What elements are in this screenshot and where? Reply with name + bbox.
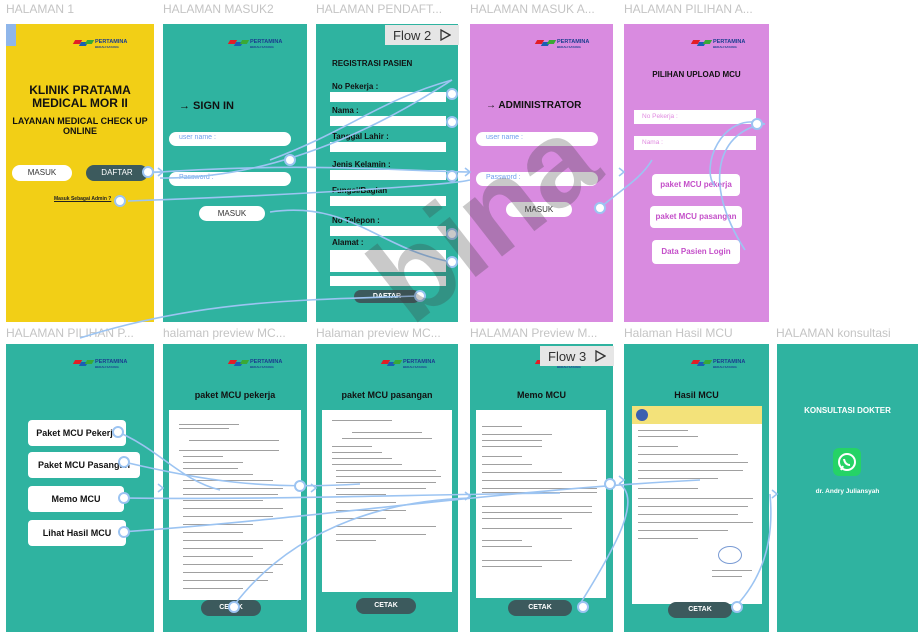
frame-hasil-mcu: PERTAMINA BEDAH SAYANG Hasil MCU CETAK bbox=[624, 344, 769, 632]
tanggal-lahir-input[interactable] bbox=[330, 142, 446, 152]
frame-preview-memo: PERTAMINABEDAH SAYANG Memo MCU CETAK bbox=[470, 344, 613, 632]
paket-mcu-pasangan-button[interactable]: Paket MCU Pasangan bbox=[28, 452, 140, 478]
clinic-title: KLINIK PRATAMA MEDICAL MOR II bbox=[29, 83, 131, 110]
play-icon bbox=[440, 29, 452, 41]
doctor-name: dr. Andry Juliansyah bbox=[815, 488, 880, 495]
pertamina-mark-icon bbox=[380, 360, 403, 368]
pertamina-logo: PERTAMINABEDAH SAYANG bbox=[227, 359, 282, 369]
admin-login-link[interactable]: Masuk Sebagai Admin ? bbox=[54, 196, 111, 202]
pertamina-mark-icon bbox=[534, 40, 557, 48]
daftar-button[interactable]: DAFTAR bbox=[86, 165, 148, 181]
frame-title-halaman-pilihan-admin: HALAMAN PILIHAN A... bbox=[624, 2, 753, 16]
pertamina-mark-icon bbox=[690, 40, 713, 48]
frame-admin-choice: PERTAMINA BEDAH SAYANG PILIHAN UPLOAD MCU… bbox=[624, 24, 769, 322]
frame-title-konsultasi: HALAMAN konsultasi bbox=[776, 326, 891, 340]
frame-title-halaman-masuk2: HALAMAN MASUK2 bbox=[163, 2, 274, 16]
flow-2-badge[interactable]: Flow 2 bbox=[385, 25, 460, 45]
flow-2-label: Flow 2 bbox=[393, 27, 432, 43]
frame-title-halaman-1: HALAMAN 1 bbox=[6, 2, 75, 16]
register-heading: REGISTRASI PASIEN bbox=[332, 59, 413, 68]
frame-preview-pasangan: PERTAMINA BEDAH SAYANG paket MCU pasangan… bbox=[316, 344, 458, 632]
frame-patient-menu: PERTAMINA BEDAH SAYANG Paket MCU Pekerja … bbox=[6, 344, 154, 632]
logo-subtext: BEDAH SAYANG bbox=[713, 364, 737, 369]
pertamina-mark-icon bbox=[227, 40, 250, 48]
field-label-tanggal-lahir: Tanggal Lahir : bbox=[332, 132, 389, 141]
pertamina-mark-icon bbox=[227, 360, 250, 368]
logo-subtext: BEDAH SAYANG bbox=[250, 364, 274, 369]
frame-title-preview-memo: HALAMAN Preview M... bbox=[470, 326, 598, 340]
pertamina-logo: PERTAMINABEDAH SAYANG bbox=[690, 359, 745, 369]
lihat-hasil-mcu-button[interactable]: Lihat Hasil MCU bbox=[28, 520, 126, 546]
play-icon bbox=[595, 350, 607, 362]
preview-pekerja-cetak-button[interactable]: CETAK bbox=[201, 600, 261, 616]
username-input[interactable]: user name : bbox=[169, 132, 291, 146]
admin-nama-input[interactable]: Nama : bbox=[634, 136, 756, 150]
no-pekerja-input[interactable] bbox=[330, 92, 446, 102]
pertamina-logo: PERTAMINABEDAH SAYANG bbox=[72, 39, 127, 49]
memo-heading: Memo MCU bbox=[517, 390, 566, 400]
signin-masuk-button[interactable]: MASUK bbox=[199, 206, 265, 221]
frame-title-preview-pekerja: halaman preview MC... bbox=[163, 326, 286, 340]
flow-3-badge[interactable]: Flow 3 bbox=[540, 346, 615, 366]
whatsapp-icon[interactable] bbox=[833, 448, 861, 476]
frame-title-halaman-masuk-admin: HALAMAN MASUK A... bbox=[470, 2, 595, 16]
mcu-pekerja-document bbox=[169, 410, 301, 600]
logo-subtext: BEDAH SAYANG bbox=[95, 44, 119, 49]
preview-pekerja-heading: paket MCU pekerja bbox=[194, 390, 276, 400]
field-label-jenis-kelamin: Jenis Kelamin : bbox=[332, 160, 391, 169]
logo-subtext: BEDAH SAYANG bbox=[250, 44, 274, 49]
frame-konsultasi: KONSULTASI DOKTER dr. Andry Juliansyah bbox=[777, 344, 918, 632]
lab-logo-icon bbox=[636, 409, 648, 421]
pertamina-mark-icon bbox=[72, 40, 95, 48]
frame-preview-pekerja: PERTAMINA BEDAH SAYANG paket MCU pekerja … bbox=[163, 344, 307, 632]
frame-title-halaman-pilihan-pasien: HALAMAN PILIHAN P... bbox=[6, 326, 134, 340]
lab-letterhead bbox=[632, 406, 762, 424]
upload-paket-mcu-pekerja-button[interactable]: paket MCU pekerja bbox=[652, 174, 740, 196]
frame-home: PERTAMINA BEDAH SAYANG KLINIK PRATAMA MED… bbox=[6, 24, 154, 322]
logo-subtext: BEDAH SAYANG bbox=[557, 44, 581, 49]
memo-mcu-button[interactable]: Memo MCU bbox=[28, 486, 124, 512]
field-label-fungsi-bagian: Fungsi/Bagian bbox=[332, 186, 388, 195]
frame-signin: PERTAMINA BEDAH SAYANG → SIGN IN user nam… bbox=[163, 24, 307, 322]
hasil-cetak-button[interactable]: CETAK bbox=[668, 602, 732, 618]
field-label-no-pekerja: No Pekerja : bbox=[332, 82, 379, 91]
memo-document bbox=[476, 410, 606, 598]
pertamina-logo: PERTAMINABEDAH SAYANG bbox=[534, 39, 589, 49]
clinic-subtitle: LAYANAN MEDICAL CHECK UP ONLINE bbox=[12, 116, 148, 136]
memo-cetak-button[interactable]: CETAK bbox=[508, 600, 572, 616]
signin-heading: → SIGN IN bbox=[179, 100, 235, 112]
logo-subtext: BEDAH SAYANG bbox=[713, 44, 737, 49]
logo-subtext: BEDAH SAYANG bbox=[403, 364, 427, 369]
pertamina-logo: PERTAMINABEDAH SAYANG bbox=[72, 359, 127, 369]
preview-pasangan-cetak-button[interactable]: CETAK bbox=[356, 598, 416, 614]
admin-choice-heading: PILIHAN UPLOAD MCU bbox=[652, 70, 741, 79]
mcu-pasangan-document bbox=[322, 410, 452, 592]
frame-title-hasil-mcu: Halaman Hasil MCU bbox=[624, 326, 733, 340]
frame-title-halaman-pendaftaran: HALAMAN PENDAFT... bbox=[316, 2, 443, 16]
hasil-mcu-document bbox=[632, 406, 762, 604]
paket-mcu-pekerja-button[interactable]: Paket MCU Pekerja bbox=[28, 420, 126, 446]
pertamina-logo: PERTAMINABEDAH SAYANG bbox=[690, 39, 745, 49]
pertamina-logo: PERTAMINABEDAH SAYANG bbox=[380, 359, 435, 369]
logo-subtext: BEDAH SAYANG bbox=[95, 364, 119, 369]
admin-no-pekerja-input[interactable]: No Pekerja : bbox=[634, 110, 756, 124]
pertamina-mark-icon bbox=[72, 360, 95, 368]
masuk-button[interactable]: MASUK bbox=[12, 165, 72, 181]
konsultasi-heading: KONSULTASI DOKTER bbox=[804, 406, 891, 415]
signature-stamp bbox=[718, 546, 742, 564]
pertamina-logo: PERTAMINABEDAH SAYANG bbox=[227, 39, 282, 49]
nama-input[interactable] bbox=[330, 116, 446, 126]
frame-selection-marker bbox=[6, 24, 16, 46]
field-label-nama: Nama : bbox=[332, 106, 359, 115]
password-input[interactable]: Password : bbox=[169, 172, 291, 186]
data-pasien-login-button[interactable]: Data Pasien Login bbox=[652, 240, 740, 264]
pertamina-mark-icon bbox=[690, 360, 713, 368]
preview-pasangan-heading: paket MCU pasangan bbox=[341, 390, 433, 400]
flow-3-label: Flow 3 bbox=[548, 348, 587, 364]
hasil-heading: Hasil MCU bbox=[674, 390, 719, 400]
upload-paket-mcu-pasangan-button[interactable]: paket MCU pasangan bbox=[650, 206, 742, 228]
